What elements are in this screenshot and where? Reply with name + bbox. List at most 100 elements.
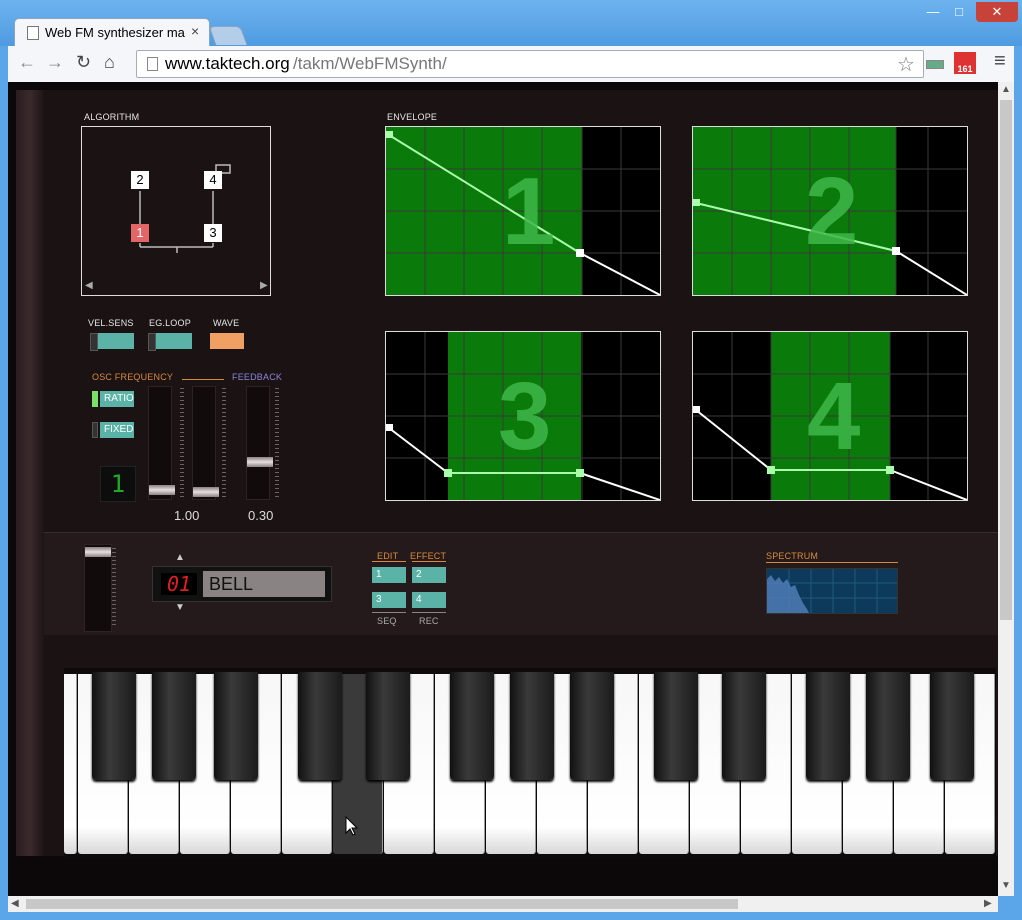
home-icon[interactable]: ⌂: [104, 52, 115, 73]
url-path: /takm/WebFMSynth/: [293, 54, 447, 73]
page-content: ALGORITHM 2 4 1 3 ◀ ▶ ENVELOPE 1 2 3 4 V…: [8, 82, 998, 896]
new-tab-button[interactable]: [208, 26, 248, 45]
extension-icon[interactable]: [926, 60, 944, 69]
ratio-button[interactable]: RATIO: [100, 391, 134, 407]
close-tab-icon[interactable]: ×: [191, 23, 199, 39]
envelope-number-1: 1: [502, 158, 556, 265]
maximize-button[interactable]: □: [948, 2, 970, 22]
address-bar[interactable]: www.taktech.org /takm/WebFMSynth/ ☆: [136, 50, 924, 78]
black-key[interactable]: [806, 672, 850, 780]
preset-name[interactable]: BELL: [203, 571, 325, 597]
black-key[interactable]: [654, 672, 698, 780]
title-bar: Web FM synthesizer ma × — □ ✕: [0, 0, 1022, 47]
operator-4[interactable]: 4: [204, 171, 222, 189]
preset-up-icon[interactable]: ▲: [175, 552, 185, 563]
master-volume-fader[interactable]: [84, 544, 112, 632]
page-info-icon[interactable]: [147, 57, 158, 71]
horizontal-scrollbar[interactable]: ◀ ▶: [8, 896, 998, 912]
algorithm-label: ALGORITHM: [84, 112, 140, 122]
fixed-button[interactable]: FIXED: [100, 422, 134, 438]
preset-down-icon[interactable]: ▼: [175, 602, 185, 613]
envelope-panel-3[interactable]: 3: [385, 331, 661, 501]
wave-label: WAVE: [213, 318, 240, 328]
pad-4-button[interactable]: 4: [412, 592, 446, 608]
black-key[interactable]: [930, 672, 974, 780]
browser-toolbar: ← → ↻ ⌂ www.taktech.org /takm/WebFMSynth…: [8, 46, 1014, 82]
operator-number-display: 1: [100, 466, 136, 502]
envelope-panel-4[interactable]: 4: [692, 331, 968, 501]
wave-selector[interactable]: [210, 333, 244, 349]
browser-menu-icon[interactable]: ≡: [994, 50, 1006, 73]
black-key[interactable]: [866, 672, 910, 780]
tab-web-fm-synth[interactable]: Web FM synthesizer ma ×: [14, 18, 210, 47]
black-key[interactable]: [92, 672, 136, 780]
seq-overline: [372, 612, 406, 613]
osc-frequency-divider: [182, 379, 224, 380]
eg-loop-label: EG.LOOP: [149, 318, 191, 328]
freq-fine-fader[interactable]: [192, 386, 219, 500]
vertical-scroll-thumb[interactable]: [1000, 100, 1012, 620]
scroll-right-icon[interactable]: ▶: [984, 898, 992, 909]
bookmark-star-icon[interactable]: ☆: [897, 52, 915, 77]
tab-title: Web FM synthesizer ma: [45, 25, 185, 40]
pad-3-button[interactable]: 3: [372, 592, 406, 608]
scroll-left-icon[interactable]: ◀: [11, 898, 19, 909]
operator-2[interactable]: 2: [131, 171, 149, 189]
black-key[interactable]: [510, 672, 554, 780]
black-key[interactable]: [450, 672, 494, 780]
fader-ticks: [180, 388, 184, 498]
back-icon[interactable]: ←: [18, 52, 36, 73]
algorithm-next-icon[interactable]: ▶: [260, 280, 268, 291]
url-host: www.taktech.org: [165, 54, 290, 73]
pad-1-button[interactable]: 1: [372, 567, 406, 583]
rec-overline: [412, 612, 446, 613]
forward-icon[interactable]: →: [46, 52, 64, 73]
effect-underline: [412, 561, 446, 562]
envelope-panel-2[interactable]: 2: [692, 126, 968, 296]
close-window-button[interactable]: ✕: [976, 2, 1018, 22]
black-key[interactable]: [570, 672, 614, 780]
spectrum-display: [766, 568, 898, 614]
scroll-down-icon[interactable]: ▼: [1001, 880, 1011, 891]
keyboard: [64, 668, 996, 858]
eg-loop-toggle[interactable]: [148, 333, 192, 351]
vertical-scrollbar[interactable]: ▲ ▼: [998, 82, 1014, 896]
fader-knob[interactable]: [193, 487, 219, 497]
black-key[interactable]: [722, 672, 766, 780]
horizontal-scroll-thumb[interactable]: [26, 899, 738, 909]
operator-3[interactable]: 3: [204, 224, 222, 242]
algorithm-prev-icon[interactable]: ◀: [85, 280, 93, 291]
gmail-count: 161: [957, 64, 973, 74]
fader-knob[interactable]: [247, 457, 273, 467]
vel-sens-toggle[interactable]: [90, 333, 134, 351]
preset-number: 01: [161, 573, 197, 595]
effect-label: EFFECT: [410, 551, 447, 561]
envelope-number-2: 2: [805, 158, 859, 265]
edit-label: EDIT: [377, 551, 399, 561]
algorithm-display[interactable]: 2 4 1 3 ◀ ▶: [81, 126, 271, 296]
operator-1[interactable]: 1: [131, 224, 149, 242]
gmail-notifier-icon[interactable]: 161: [954, 52, 976, 74]
pad-2-button[interactable]: 2: [412, 567, 446, 583]
feedback-fader[interactable]: [246, 386, 273, 500]
black-key[interactable]: [152, 672, 196, 780]
page-icon: [27, 26, 39, 40]
envelope-label: ENVELOPE: [387, 112, 438, 122]
reload-icon[interactable]: ↻: [76, 52, 91, 73]
fader-knob[interactable]: [149, 485, 175, 495]
fader-ticks: [222, 388, 226, 498]
white-key[interactable]: [64, 674, 77, 854]
osc-frequency-label: OSC FREQUENCY: [92, 372, 174, 382]
freq-coarse-fader[interactable]: [148, 386, 175, 500]
fader-knob[interactable]: [85, 547, 111, 557]
minimize-button[interactable]: —: [922, 2, 944, 22]
black-key[interactable]: [214, 672, 258, 780]
spectrum-underline: [766, 562, 898, 563]
preset-display: 01 BELL: [152, 566, 332, 602]
envelope-panel-1[interactable]: 1: [385, 126, 661, 296]
scroll-up-icon[interactable]: ▲: [1001, 84, 1011, 95]
rec-label: REC: [419, 616, 439, 626]
fader-ticks: [112, 548, 116, 628]
black-key[interactable]: [366, 672, 410, 780]
black-key[interactable]: [298, 672, 342, 780]
